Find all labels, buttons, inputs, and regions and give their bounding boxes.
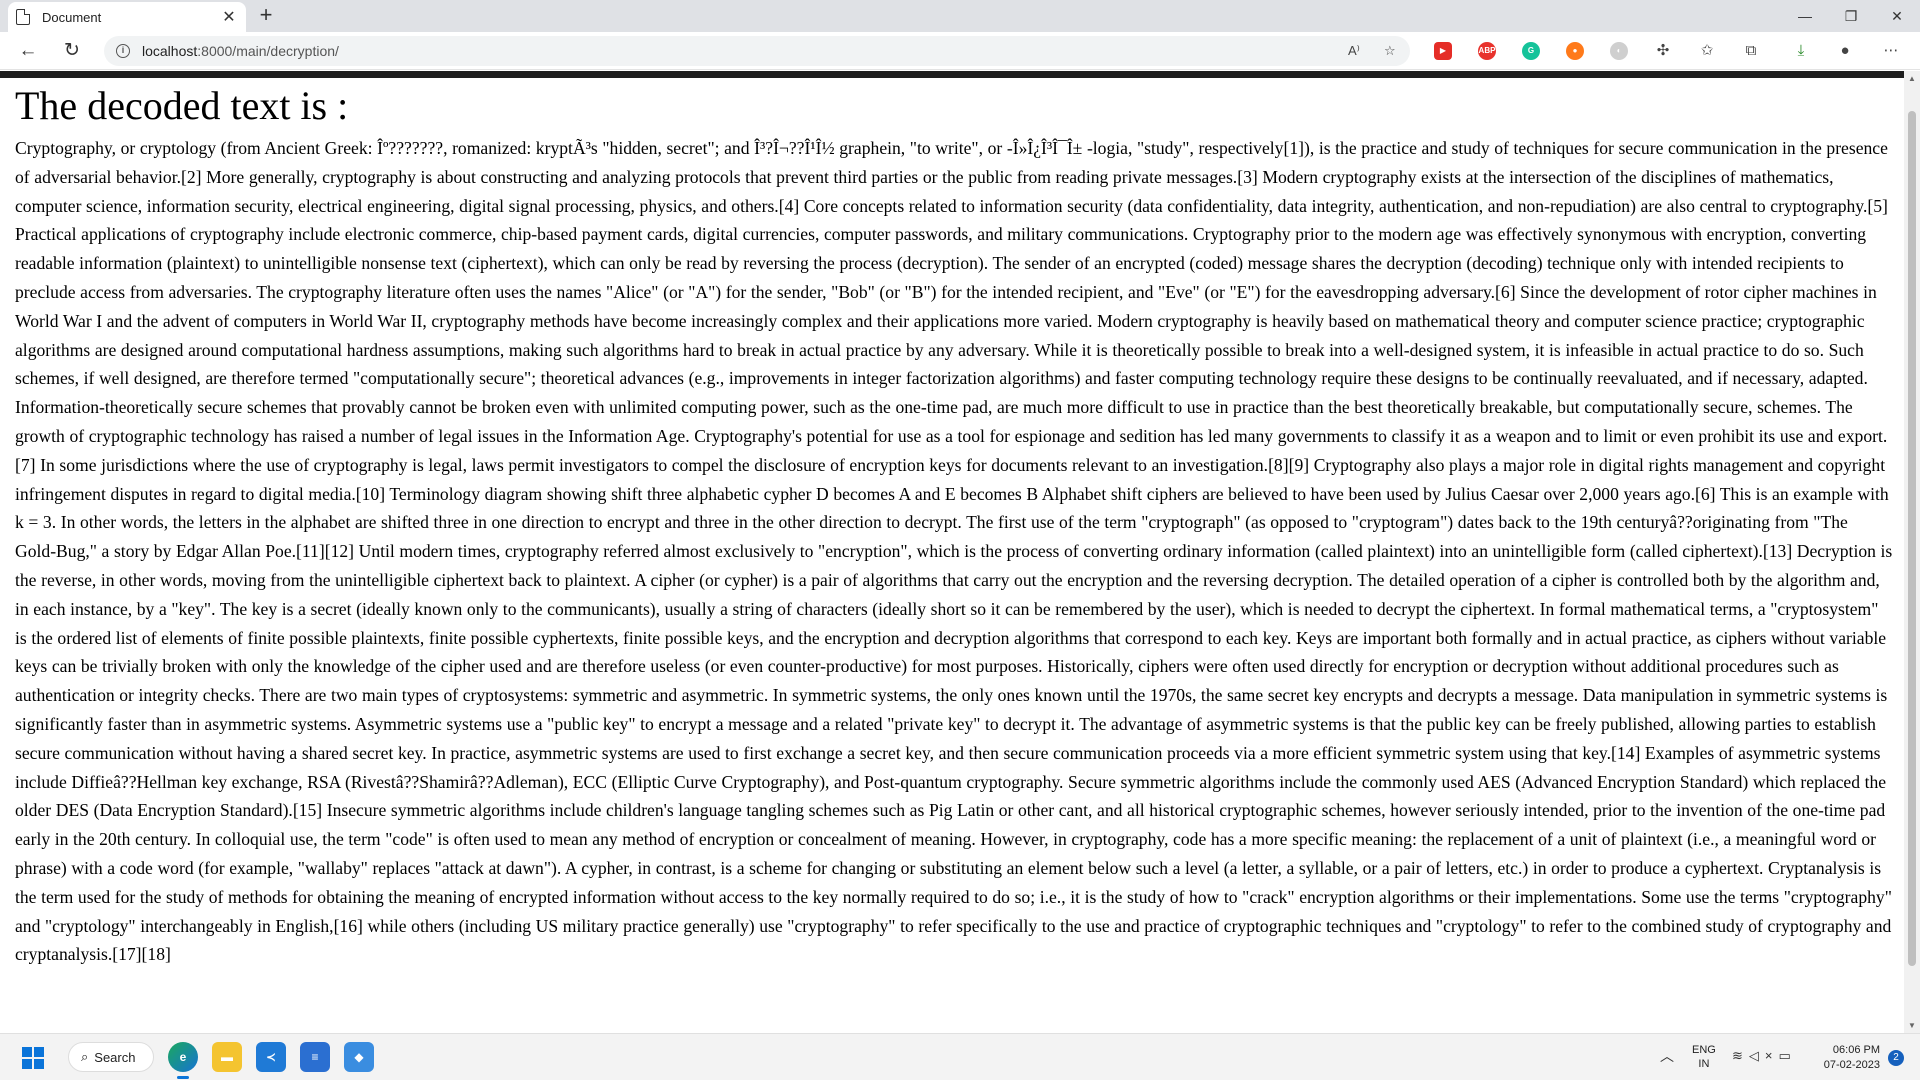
moon-extension-icon[interactable]: ◐ — [1610, 42, 1628, 60]
clock[interactable]: 06:06 PM 07-02-2023 — [1810, 1043, 1880, 1073]
vscode-icon[interactable]: ≺ — [256, 1042, 286, 1072]
file-explorer-icon[interactable]: ▬ — [212, 1042, 242, 1072]
tray-chevron-icon[interactable]: ︿ — [1660, 1046, 1674, 1066]
page-title: The decoded text is : — [15, 83, 349, 128]
downloads-icon[interactable]: ⤓ — [1790, 40, 1812, 62]
cookie-extension-icon[interactable]: ● — [1566, 42, 1584, 60]
clock-time: 06:06 PM — [1832, 1044, 1880, 1056]
search-label: Search — [94, 1049, 136, 1065]
page-viewport: The decoded text is : Cryptography, or c… — [0, 78, 1904, 1033]
address-bar[interactable]: i localhost :8000/main/decryption/ A⁾ ☆ — [104, 36, 1410, 66]
tab-strip: Document ✕ + — ❐ ✕ — [0, 0, 1920, 32]
decoded-text: Cryptography, or cryptology (from Ancien… — [15, 138, 1893, 965]
scroll-down-icon[interactable]: ▼ — [1908, 1021, 1916, 1030]
language-region: IN — [1698, 1058, 1710, 1070]
wifi-icon[interactable]: ≋ — [1732, 1048, 1749, 1063]
more-menu-icon[interactable]: ⋯ — [1880, 40, 1902, 62]
refresh-button[interactable]: ↻ — [58, 37, 86, 65]
windows-logo-tile — [22, 1047, 32, 1057]
info-icon[interactable]: i — [116, 44, 130, 58]
restore-button[interactable]: ❐ — [1828, 0, 1874, 32]
back-button[interactable]: ← — [14, 37, 42, 65]
grammarly-extension-icon[interactable]: G — [1522, 42, 1540, 60]
windows-logo-tile — [34, 1059, 44, 1069]
profile-icon[interactable]: ● — [1834, 40, 1856, 62]
clock-date: 07-02-2023 — [1823, 1059, 1880, 1071]
windows-logo-tile — [34, 1047, 44, 1057]
minimize-button[interactable]: — — [1782, 0, 1828, 32]
new-tab-button[interactable]: + — [252, 2, 280, 30]
language-code: ENG — [1692, 1044, 1716, 1056]
notification-badge[interactable]: 2 — [1888, 1050, 1904, 1066]
page-icon — [16, 9, 30, 25]
page-top-bar — [0, 71, 1904, 78]
vertical-scrollbar[interactable]: ▲ ▼ — [1904, 71, 1920, 1033]
tab-title: Document — [42, 9, 102, 25]
read-aloud-icon[interactable]: A⁾ — [1348, 43, 1360, 59]
scroll-up-icon[interactable]: ▲ — [1908, 74, 1916, 83]
windows-logo-tile — [22, 1059, 32, 1069]
app-icon[interactable]: ◆ — [344, 1042, 374, 1072]
language-indicator[interactable]: ENG IN — [1692, 1043, 1716, 1071]
notepad-icon[interactable]: ≡ — [300, 1042, 330, 1072]
volume-icon[interactable]: ◁× — [1749, 1048, 1779, 1063]
taskbar: ⌕ Search e ▬ ≺ ≡ ◆ ︿ ENG IN ≋◁×▭ 06:06 P… — [0, 1033, 1920, 1080]
system-tray[interactable]: ≋◁×▭ — [1732, 1048, 1797, 1064]
tab-document[interactable]: Document ✕ — [8, 2, 246, 32]
edge-active-indicator — [177, 1076, 189, 1079]
url-path: :8000/main/decryption/ — [197, 43, 339, 59]
url-host: localhost — [142, 43, 198, 59]
collections-icon[interactable]: ⧉ — [1740, 40, 1762, 62]
search-icon: ⌕ — [81, 1049, 89, 1064]
favorites-icon[interactable]: ✩ — [1696, 40, 1718, 62]
battery-icon[interactable]: ▭ — [1779, 1048, 1797, 1063]
favorite-add-icon[interactable]: ☆ — [1384, 43, 1396, 59]
scroll-thumb[interactable] — [1908, 111, 1916, 966]
close-window-button[interactable]: ✕ — [1874, 0, 1920, 32]
adblock-extension-icon[interactable]: ABP — [1478, 42, 1496, 60]
taskbar-search[interactable]: ⌕ Search — [68, 1042, 154, 1072]
browser-toolbar: ← ↻ i localhost :8000/main/decryption/ A… — [0, 32, 1920, 70]
start-button[interactable] — [22, 1047, 44, 1069]
youtube-extension-icon[interactable]: ▶ — [1434, 42, 1452, 60]
extensions-icon[interactable]: ✣ — [1652, 40, 1674, 62]
edge-app-icon[interactable]: e — [168, 1042, 198, 1072]
tab-close-icon[interactable]: ✕ — [220, 7, 238, 27]
